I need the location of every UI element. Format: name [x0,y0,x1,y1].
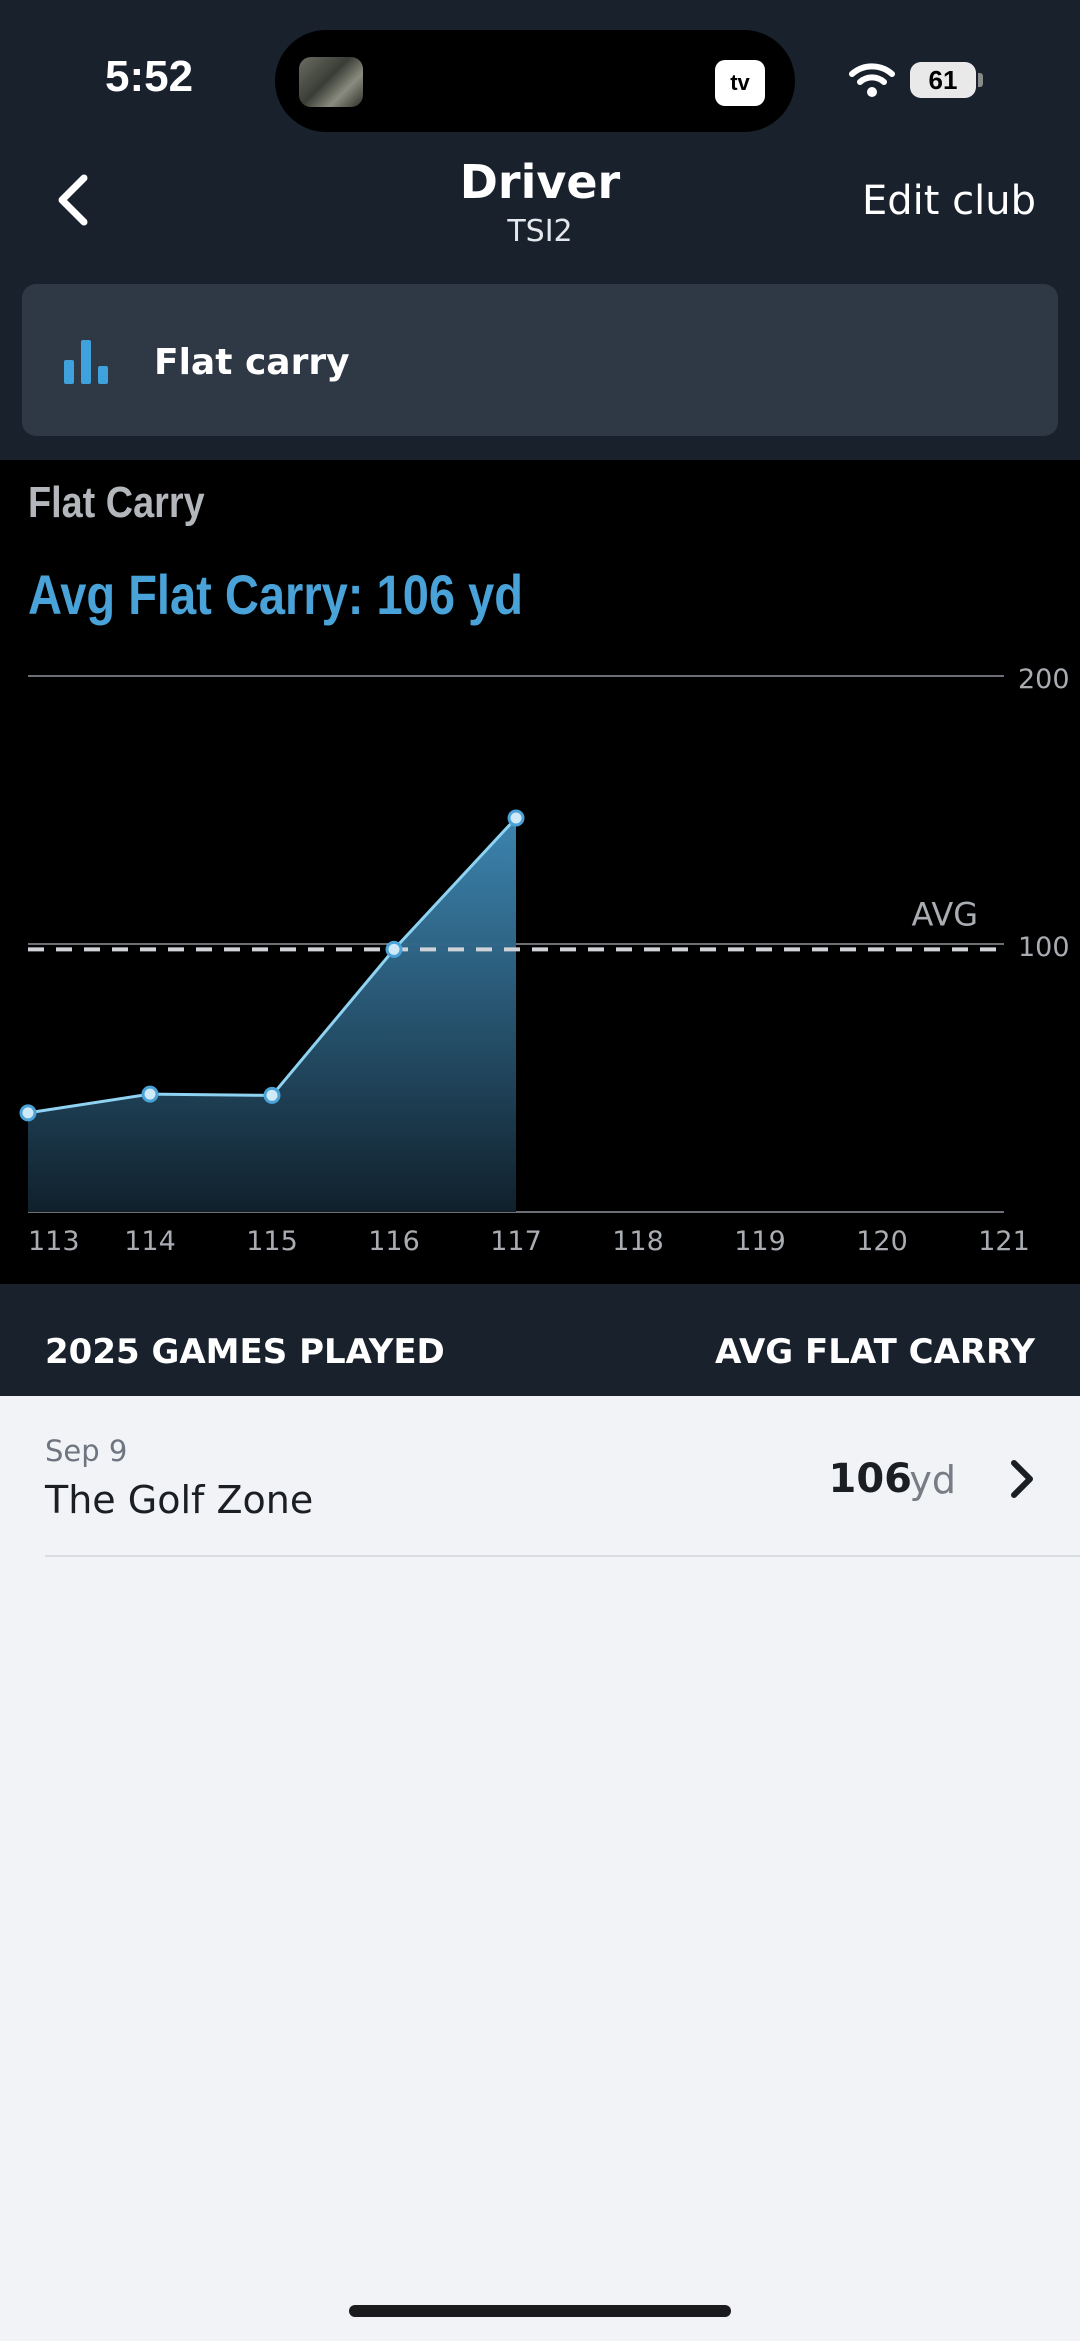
data-point-115 [263,1086,281,1104]
game-date: Sep 9 [45,1434,128,1468]
x-tick-label: 115 [246,1226,298,1257]
metric-selector-label: Flat carry [154,342,350,383]
y-tick-label: 200 [1018,664,1070,695]
series-area [28,818,516,1212]
data-point-116 [385,940,403,958]
avg-flat-carry-header: AVG FLAT CARRY [714,1332,1035,1372]
chart-heading: Flat Carry [28,478,205,527]
data-point-114 [141,1085,159,1103]
x-tick-label: 116 [368,1226,420,1257]
status-time: 5:52 [105,52,194,101]
wifi-icon [849,63,895,97]
apple-tv-icon: tv [715,60,765,106]
y-tick-label: 100 [1018,932,1070,963]
average-line-label: AVG [911,895,978,933]
x-tick-label: 118 [612,1226,664,1257]
game-avg-value: 106 [828,1456,913,1502]
flat-carry-chart: 100 200 AVG 113 114 115 116 117 118 119 120 121 [19,664,1070,1257]
edit-club-button[interactable]: Edit club [862,178,1036,224]
data-point-117 [507,809,525,827]
dynamic-island: tv [275,30,795,132]
game-row[interactable]: Sep 9 The Golf Zone 106 yd [0,1396,1080,1556]
battery-nub [978,73,983,87]
game-venue: The Golf Zone [45,1478,314,1522]
x-tick-label: 120 [856,1226,908,1257]
x-tick-label: 117 [490,1226,542,1257]
x-tick-label: 113 [28,1226,80,1257]
chevron-right-icon [1011,1460,1033,1498]
game-avg-unit: yd [909,1458,956,1502]
row-divider [45,1555,1080,1557]
apple-tv-label: tv [730,70,750,95]
games-played-header: 2025 GAMES PLAYED [45,1332,445,1372]
battery-indicator: 61 [910,62,976,98]
home-indicator [349,2305,731,2317]
bar-chart-icon [64,340,108,384]
x-tick-label: 119 [734,1226,786,1257]
now-playing-thumbnail [299,57,363,107]
x-tick-label: 121 [978,1226,1030,1257]
metric-selector[interactable]: Flat carry [22,284,1058,436]
chart-average-label: Avg Flat Carry: 106 yd [28,563,523,626]
x-tick-label: 114 [124,1226,176,1257]
data-point-113 [19,1104,37,1122]
